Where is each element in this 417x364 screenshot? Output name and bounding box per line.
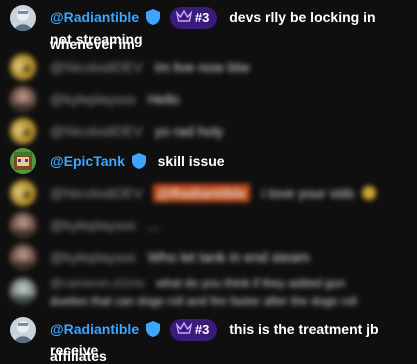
message-text: Who let tank in end steam [147, 249, 310, 265]
avatar[interactable] [10, 180, 36, 206]
emoji-icon [362, 186, 377, 200]
chat-message: @cameron-zt1mv what do you think if they… [0, 274, 417, 312]
avatar[interactable] [10, 54, 36, 80]
chat-message: @NicolodiDEV yo rad holy [0, 116, 417, 146]
avatar[interactable] [10, 317, 36, 343]
crown-icon [175, 7, 193, 29]
verified-icon [131, 152, 146, 176]
message-text: skill issue [157, 153, 225, 169]
author-name[interactable]: @NicolodiDEV [50, 123, 143, 139]
author-name[interactable]: @Radiantible [50, 9, 139, 25]
avatar[interactable] [10, 212, 36, 238]
live-chat: @Radiantible #3 devs rlly be locking in … [0, 0, 417, 364]
avatar[interactable] [10, 244, 36, 270]
avatar[interactable] [10, 118, 36, 144]
message-text: ... [147, 217, 160, 233]
chat-message: @EpicTank skill issue [0, 148, 417, 176]
author-name[interactable]: @EpicTank [50, 153, 125, 169]
message-text: Hello [147, 91, 180, 107]
chat-message: @kyleplaysss Hello [0, 84, 417, 114]
chat-message: @kyleplaysss ... [0, 210, 417, 240]
author-name[interactable]: @cameron-zt1mv [50, 276, 145, 290]
chat-message: @kyleplaysss Who let tank in end steam [0, 242, 417, 272]
message-text-continued: receive [50, 342, 99, 358]
author-name[interactable]: @NicolodiDEV [50, 185, 143, 201]
message-text: what do you think if they added gun [156, 276, 346, 290]
avatar[interactable] [10, 86, 36, 112]
chat-message: @NicolodiDEV im live now btw [0, 52, 417, 82]
avatar[interactable] [10, 5, 36, 31]
mention-chip[interactable]: @Radiantible [152, 184, 250, 202]
message-text: im live now btw [154, 59, 250, 75]
avatar[interactable] [10, 148, 36, 174]
member-badge: #3 [169, 7, 218, 30]
author-name[interactable]: @kyleplaysss [50, 249, 136, 265]
chat-message: @Radiantible #3 this is the treatment jb… [0, 316, 417, 364]
avatar[interactable] [10, 278, 36, 304]
author-name[interactable]: @kyleplaysss [50, 91, 136, 107]
author-name[interactable]: @NicolodiDEV [50, 59, 143, 75]
author-name[interactable]: @Radiantible [50, 321, 139, 337]
message-text: yo rad holy [154, 123, 224, 139]
chat-message: @Radiantible #3 devs rlly be locking in … [0, 0, 417, 52]
badge-rank: #3 [194, 10, 210, 26]
message-text-continued: duelies that can doge roll and fire fast… [50, 294, 357, 308]
chat-message: @NicolodiDEV @Radiantible i love your vi… [0, 178, 417, 208]
message-text: i love your vids [261, 185, 355, 201]
author-name[interactable]: @kyleplaysss [50, 217, 136, 233]
message-text-continued: not streaming [50, 31, 143, 47]
